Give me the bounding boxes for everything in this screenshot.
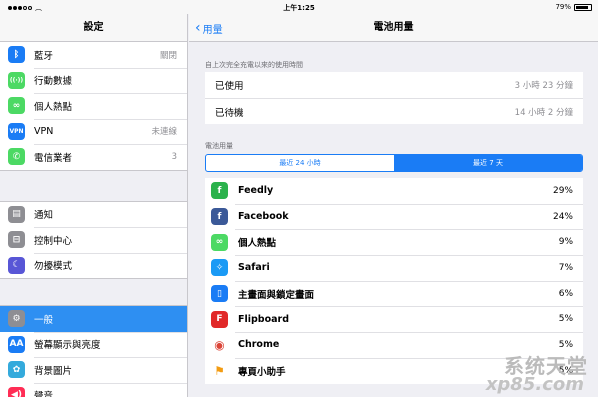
app-name: Chrome [238, 339, 280, 351]
app-usage-row: ✧ Safari 7% [205, 255, 583, 281]
chrome-icon: ◉ [211, 336, 228, 354]
flipboard-icon: F [211, 310, 228, 328]
sidebar-item-value: 未連線 [151, 127, 177, 138]
status-battery-area: 79% [555, 3, 592, 11]
app-name: 個人熱點 [238, 238, 277, 250]
sidebar-item[interactable]: ☾ 勿擾模式 [0, 252, 187, 279]
sidebar-item[interactable]: ◀) 聲音 [0, 382, 187, 397]
segment-option[interactable]: 最近 7 天 [394, 155, 582, 171]
app-battery-percent: 9% [558, 237, 573, 248]
app-name: Facebook [238, 211, 289, 223]
watermark-url: xp85.com [485, 374, 584, 395]
sidebar-item[interactable]: ▤ 通知 [0, 202, 187, 228]
gear-icon: ⚙ [8, 310, 25, 328]
status-bar: ︵ 上午1:25 79% [0, 0, 598, 14]
app-usage-row: ∞ 個人熱點 9% [205, 229, 583, 255]
app-name: Feedly [238, 185, 274, 197]
app-usage-row: F Flipboard 5% [205, 306, 583, 332]
usage-label: 已待機 [215, 107, 244, 119]
sidebar-item-label: 個人熱點 [34, 101, 73, 113]
usage-label: 已使用 [215, 81, 244, 92]
settings-sidebar: 設定 ᛒ 藍牙 關閉 ((·)) 行動數據 ∞ 個人熱點 VPN VPN 未連線 ✆ 電信業者 3 ▤ 通知… [0, 14, 188, 397]
sidebar-item-label: 一般 [34, 314, 54, 326]
sidebar-item[interactable]: ✿ 背景圖片 [0, 357, 187, 383]
control-center-icon: ⊟ [8, 231, 25, 249]
sidebar-item-value: 關閉 [159, 50, 177, 61]
sidebar-item-label: VPN [34, 125, 54, 137]
app-battery-percent: 5% [558, 339, 573, 350]
sidebar-item-label: 聲音 [34, 391, 54, 397]
usage-value: 14 小時 2 分鐘 [514, 107, 573, 118]
sidebar-item-value: 3 [171, 151, 177, 162]
cellular-icon: ((·)) [8, 71, 25, 89]
sidebar-item-label: 藍牙 [34, 50, 54, 62]
app-battery-percent: 24% [552, 211, 573, 222]
sidebar-item-label: 背景圖片 [34, 365, 73, 377]
usage-row: 已使用 3 小時 23 分鐘 [205, 72, 583, 98]
vpn-icon: VPN [8, 122, 25, 140]
time-range-segmented-control[interactable]: 最近 24 小時 最近 7 天 [205, 154, 583, 172]
status-time: 上午1:25 [283, 4, 315, 12]
app-battery-percent: 5% [558, 314, 573, 325]
battery-section-header: 電池用量 [205, 142, 233, 150]
app-name: 主畫面與鎖定畫面 [238, 289, 315, 301]
sidebar-group: ⚙ 一般 AA 螢幕顯示與亮度 ✿ 背景圖片 ◀) 聲音 [0, 305, 187, 397]
app-usage-row: f Feedly 29% [205, 178, 583, 204]
usage-card: 已使用 3 小時 23 分鐘已待機 14 小時 2 分鐘 [205, 72, 583, 124]
navigation-bar: ‹ 用量 電池用量 [189, 14, 598, 42]
sidebar-item[interactable]: ᛒ 藍牙 關閉 [0, 42, 187, 68]
app-battery-percent: 7% [558, 262, 573, 273]
wallpaper-icon: ✿ [8, 361, 25, 379]
battery-percent: 79% [555, 3, 571, 11]
sidebar-item[interactable]: ⊟ 控制中心 [0, 227, 187, 253]
sidebar-item[interactable]: AA 螢幕顯示與亮度 [0, 331, 187, 358]
home-lock-icon: ▯ [211, 285, 228, 303]
battery-icon [574, 3, 592, 11]
sidebar-item[interactable]: ((·)) 行動數據 [0, 67, 187, 94]
usage-value: 3 小時 23 分鐘 [514, 81, 573, 91]
app-battery-percent: 29% [552, 185, 573, 196]
sidebar-item-label: 螢幕顯示與亮度 [34, 340, 101, 352]
moon-icon: ☾ [8, 256, 25, 274]
battery-usage-content[interactable]: 自上次完全充電以來的使用時間 已使用 3 小時 23 分鐘已待機 14 小時 2 分… [189, 42, 598, 397]
sidebar-item[interactable]: ⚙ 一般 [0, 306, 187, 332]
page-title: 電池用量 [373, 22, 414, 33]
app-name: Flipboard [238, 313, 290, 325]
hotspot-icon: ∞ [211, 233, 228, 251]
usage-row: 已待機 14 小時 2 分鐘 [205, 98, 583, 124]
sidebar-group: ᛒ 藍牙 關閉 ((·)) 行動數據 ∞ 個人熱點 VPN VPN 未連線 ✆ 電信業者 3 [0, 42, 187, 171]
sidebar-item-label: 電信業者 [34, 152, 73, 164]
bluetooth-icon: ᛒ [8, 46, 25, 64]
display-icon: AA [8, 335, 25, 353]
facebook-icon: f [211, 208, 228, 226]
notifications-icon: ▤ [8, 205, 25, 223]
pages-manager-icon: ⚑ [211, 362, 228, 380]
phone-icon: ✆ [8, 148, 25, 166]
sound-icon: ◀) [8, 386, 25, 397]
sidebar-item-label: 控制中心 [34, 235, 73, 247]
feedly-icon: f [211, 182, 228, 200]
app-battery-percent: 6% [558, 288, 573, 299]
sidebar-group: ▤ 通知 ⊟ 控制中心 ☾ 勿擾模式 [0, 200, 187, 279]
sidebar-item-label: 行動數據 [34, 76, 73, 88]
hotspot-icon: ∞ [8, 97, 25, 115]
sidebar-item-label: 通知 [34, 210, 54, 222]
sidebar-item-label: 勿擾模式 [34, 261, 73, 273]
app-usage-row: ▯ 主畫面與鎖定畫面 6% [205, 280, 583, 307]
segment-option[interactable]: 最近 24 小時 [206, 155, 394, 171]
safari-icon: ✧ [211, 259, 228, 277]
sidebar-item[interactable]: ∞ 個人熱點 [0, 93, 187, 119]
app-name: Safari [238, 262, 270, 274]
usage-section-header: 自上次完全充電以來的使用時間 [205, 61, 303, 69]
sidebar-item[interactable]: VPN VPN 未連線 [0, 118, 187, 145]
sidebar-title: 設定 [0, 14, 187, 42]
app-usage-row: f Facebook 24% [205, 203, 583, 230]
app-name: 專頁小助手 [238, 366, 286, 378]
sidebar-item[interactable]: ✆ 電信業者 3 [0, 144, 187, 170]
